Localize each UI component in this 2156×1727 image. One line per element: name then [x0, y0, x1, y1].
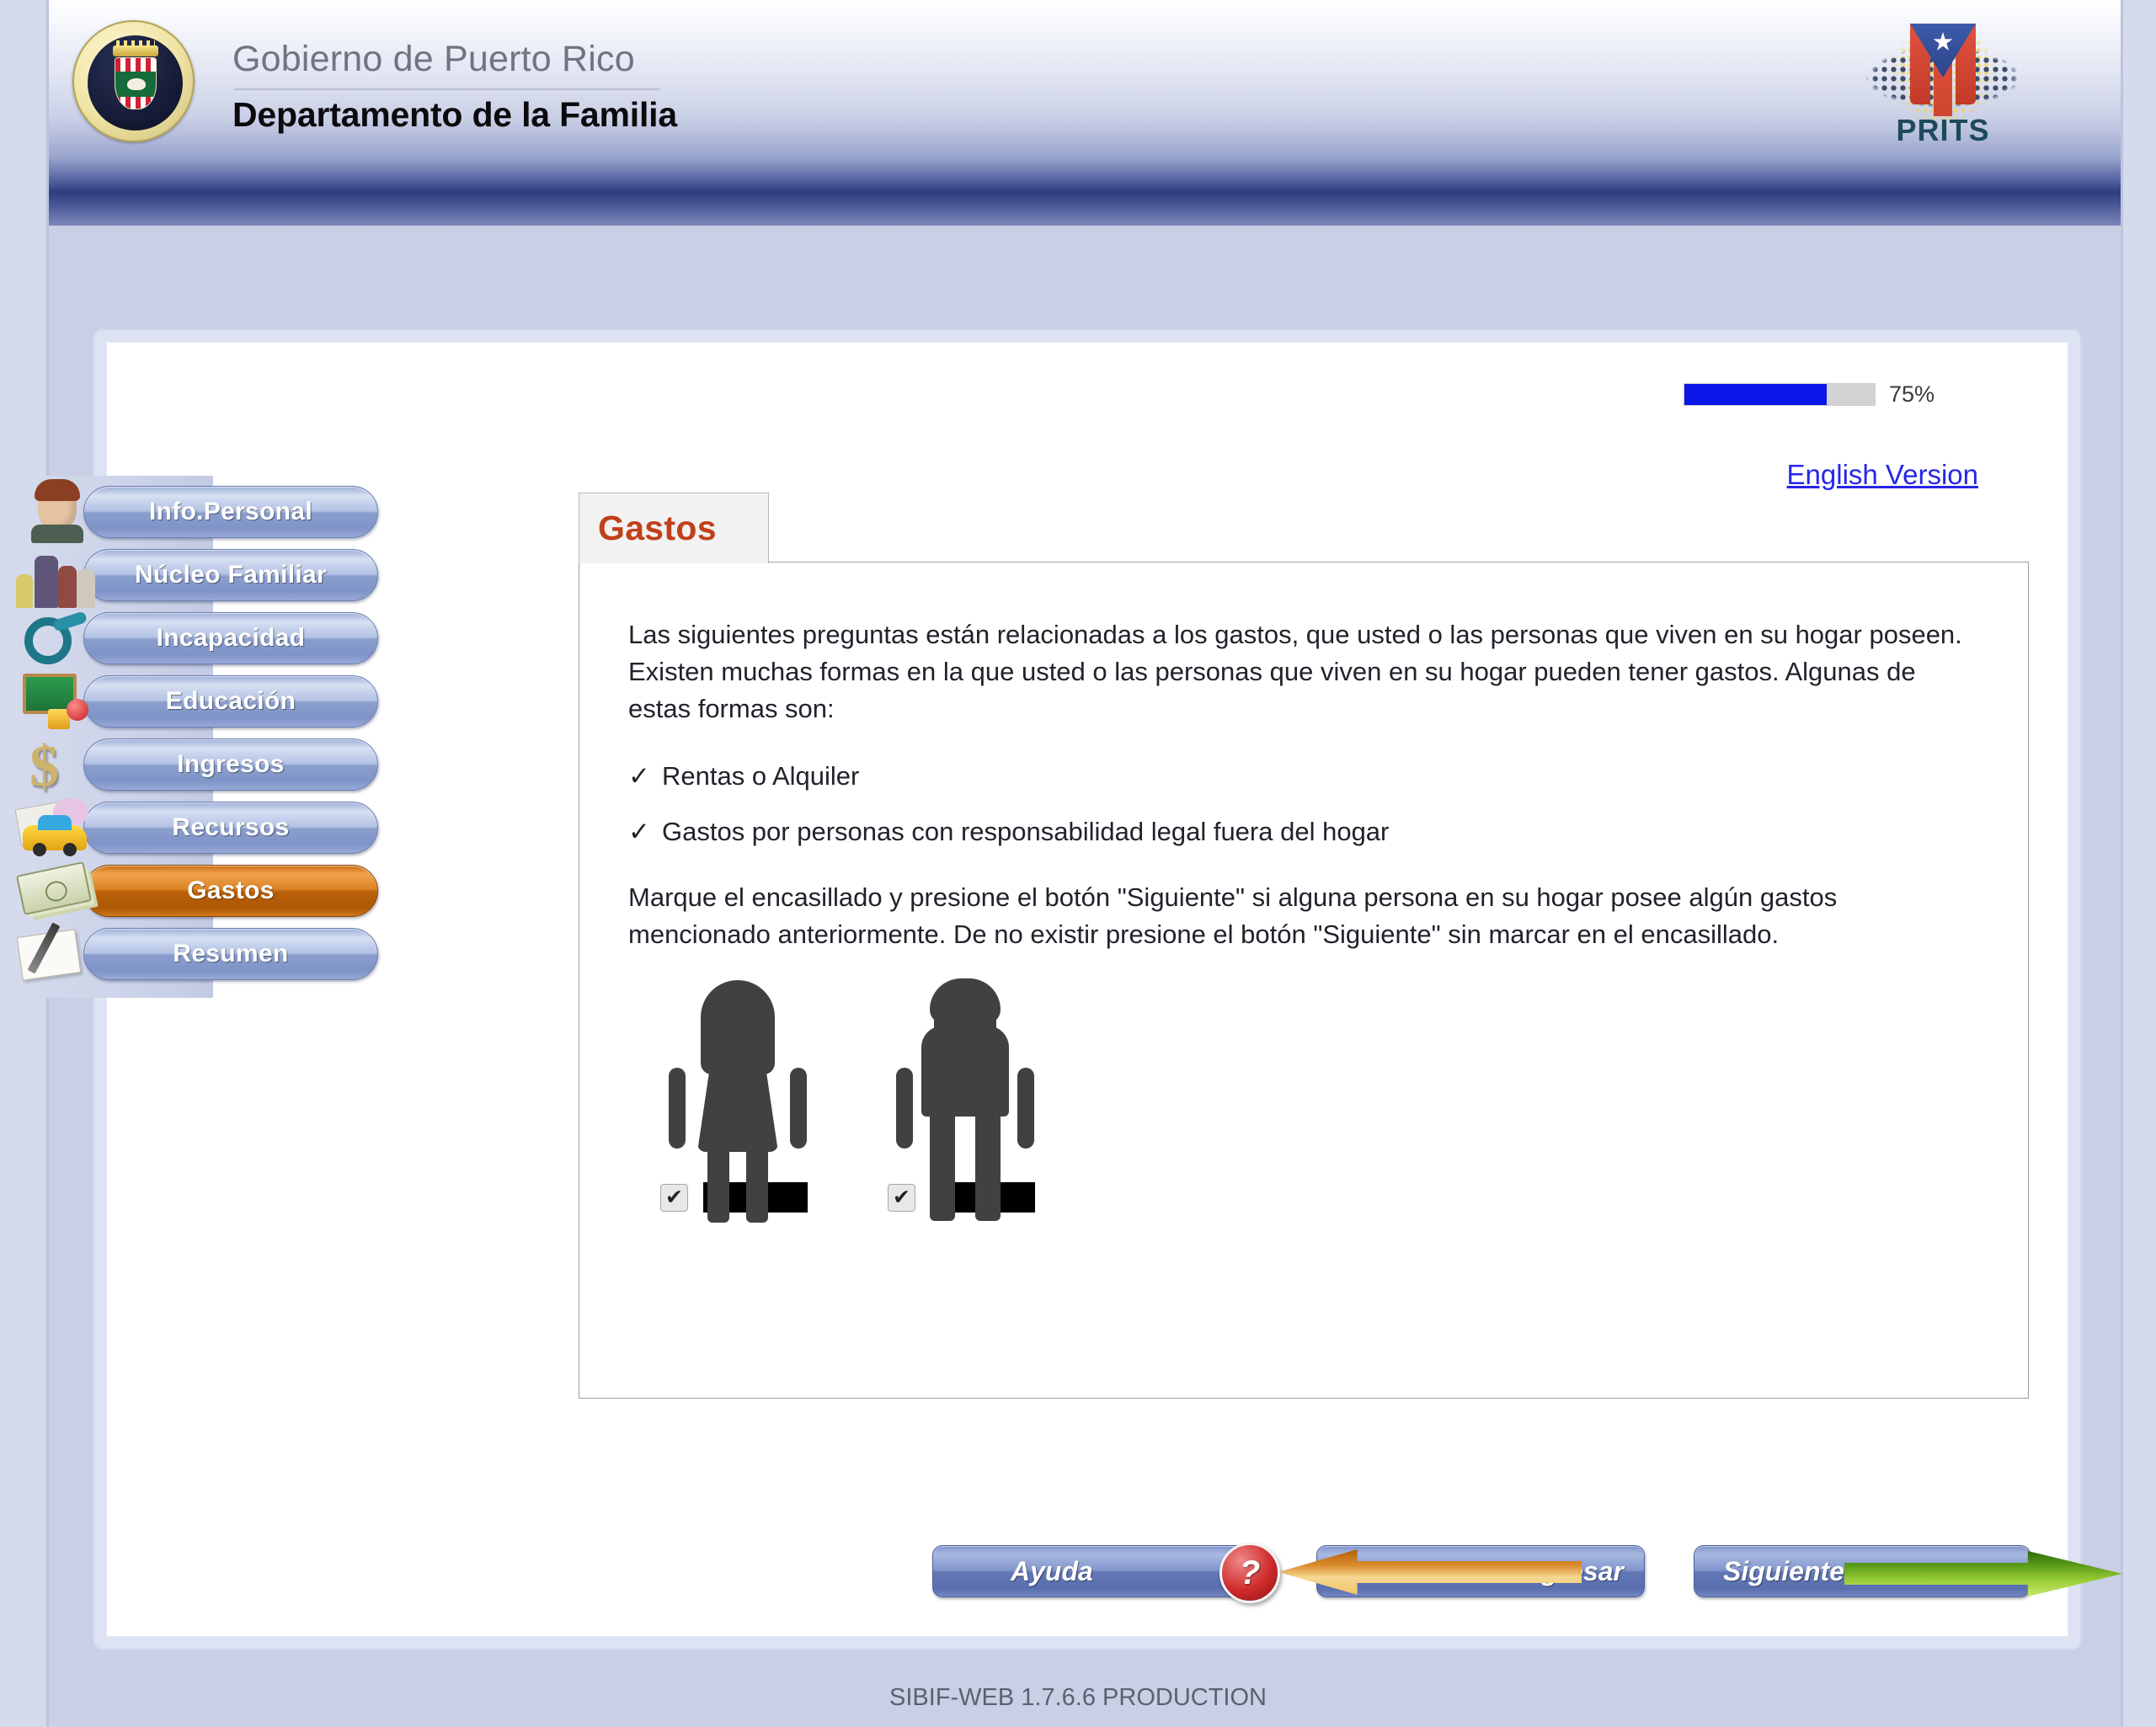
list-item: ✓ Rentas o Alquiler — [628, 758, 1979, 795]
intro-paragraph: Las siguientes preguntas están relaciona… — [628, 620, 1962, 724]
panel-tab-label: Gastos — [598, 509, 717, 547]
prits-wordmark: PRITS — [1896, 113, 1990, 147]
instruction-paragraph: Marque el encasillado y presione el botó… — [628, 882, 1838, 950]
sidebar-item-label: Info.Personal — [149, 498, 312, 525]
gastos-panel: Gastos Las siguientes preguntas están re… — [579, 493, 2029, 1399]
dollar-sign-icon: $ — [29, 734, 59, 799]
org-name: Gobierno de Puerto Rico — [232, 39, 635, 79]
household-member: ✔ — [660, 980, 815, 1223]
application-window: Gobierno de Puerto Rico Departamento de … — [0, 0, 2156, 1727]
sidebar-item-incapacidad[interactable]: Incapacidad — [14, 610, 419, 666]
panel-body: Las siguientes preguntas están relaciona… — [579, 562, 2029, 1399]
list-item-label: Gastos por personas con responsabilidad … — [661, 817, 1390, 847]
sidebar-item-info-personal[interactable]: Info.Personal — [14, 479, 419, 543]
progress-track — [1683, 383, 1876, 406]
sidebar-item-ingresos[interactable]: $ Ingresos — [14, 734, 419, 799]
site-header: Gobierno de Puerto Rico Departamento de … — [49, 0, 2121, 192]
sidebar-item-nucleo-familiar[interactable]: Núcleo Familiar — [14, 547, 419, 608]
puerto-rico-seal-icon — [72, 20, 195, 142]
department-name: Departamento de la Familia — [232, 95, 677, 135]
check-mark-icon: ✓ — [628, 817, 650, 847]
header-titles: Gobierno de Puerto Rico Departamento de … — [232, 40, 677, 135]
header-accent-strip — [49, 192, 2121, 226]
list-item-label: Rentas o Alquiler — [661, 761, 860, 792]
prits-logo-icon: PRITS — [1838, 7, 2048, 147]
check-mark-icon: ✓ — [628, 761, 650, 792]
next-button[interactable]: Siguiente — [1694, 1545, 2122, 1597]
sidebar-navigation: Info.Personal Núcleo Familiar Incapacida… — [14, 476, 419, 998]
sidebar-item-label: Incapacidad — [156, 624, 306, 652]
chalkboard-icon — [14, 669, 102, 734]
panel-tab-gastos[interactable]: Gastos — [579, 493, 769, 563]
question-mark-icon: ? — [1219, 1543, 1280, 1603]
person-avatar-icon — [14, 479, 102, 545]
sidebar-item-recursos[interactable]: Recursos — [14, 798, 419, 856]
back-button[interactable]: Regresar — [1278, 1545, 1645, 1597]
content-page: 75% English Version Info.Personal Núcleo… — [14, 342, 2122, 1637]
sidebar-item-gastos[interactable]: Gastos — [14, 861, 419, 919]
list-item: ✓ Gastos por personas con responsabilida… — [628, 813, 1979, 850]
title-divider — [234, 88, 659, 91]
notepad-pen-icon — [14, 921, 102, 987]
car-piggybank-icon — [14, 795, 102, 861]
prits-flag-mark — [1910, 24, 1976, 116]
sidebar-item-label: Recursos — [172, 813, 290, 841]
sidebar-item-label: Núcleo Familiar — [135, 561, 327, 589]
sidebar-item-educacion[interactable]: Educación — [14, 674, 419, 729]
sidebar-item-label: Ingresos — [177, 750, 285, 778]
expense-types-list: ✓ Rentas o Alquiler ✓ Gastos por persona… — [628, 758, 1979, 850]
right-page-rail — [2121, 0, 2156, 1727]
sidebar-item-label: Educación — [165, 687, 296, 715]
progress-fill — [1684, 384, 1828, 405]
action-button-bar: Ayuda ? Regresar Siguiente — [932, 1543, 2122, 1603]
english-version-link[interactable]: English Version — [1787, 459, 1978, 491]
progress-indicator: 75% — [1683, 381, 1935, 408]
main-window-frame: 75% English Version Info.Personal Núcleo… — [14, 328, 2122, 1650]
cash-bills-icon — [14, 858, 102, 924]
wheelchair-icon — [14, 605, 102, 671]
female-silhouette-icon — [660, 980, 815, 1223]
footer-version: SIBIF-WEB 1.7.6.6 PRODUCTION — [889, 1684, 1267, 1711]
member-selection-row: ✔ — [888, 1182, 1043, 1213]
member-selection-row: ✔ — [660, 1182, 815, 1213]
member-checkbox[interactable]: ✔ — [888, 1183, 915, 1212]
sidebar-item-label: Gastos — [187, 877, 275, 904]
next-button-label: Siguiente — [1723, 1555, 1845, 1586]
sidebar-item-resumen[interactable]: Resumen — [14, 922, 419, 982]
help-button-label: Ayuda — [1011, 1555, 1093, 1586]
sidebar-item-label: Resumen — [173, 940, 289, 967]
family-group-icon — [14, 542, 102, 608]
help-button[interactable]: Ayuda ? — [932, 1543, 1280, 1603]
household-member: ✔ — [888, 978, 1043, 1222]
male-silhouette-icon — [888, 978, 1043, 1222]
member-checkbox[interactable]: ✔ — [660, 1183, 688, 1212]
arrow-right-icon — [1844, 1551, 2122, 1596]
household-members: ✔ ✔ — [628, 978, 1979, 1223]
progress-percent-label: 75% — [1888, 381, 1935, 407]
